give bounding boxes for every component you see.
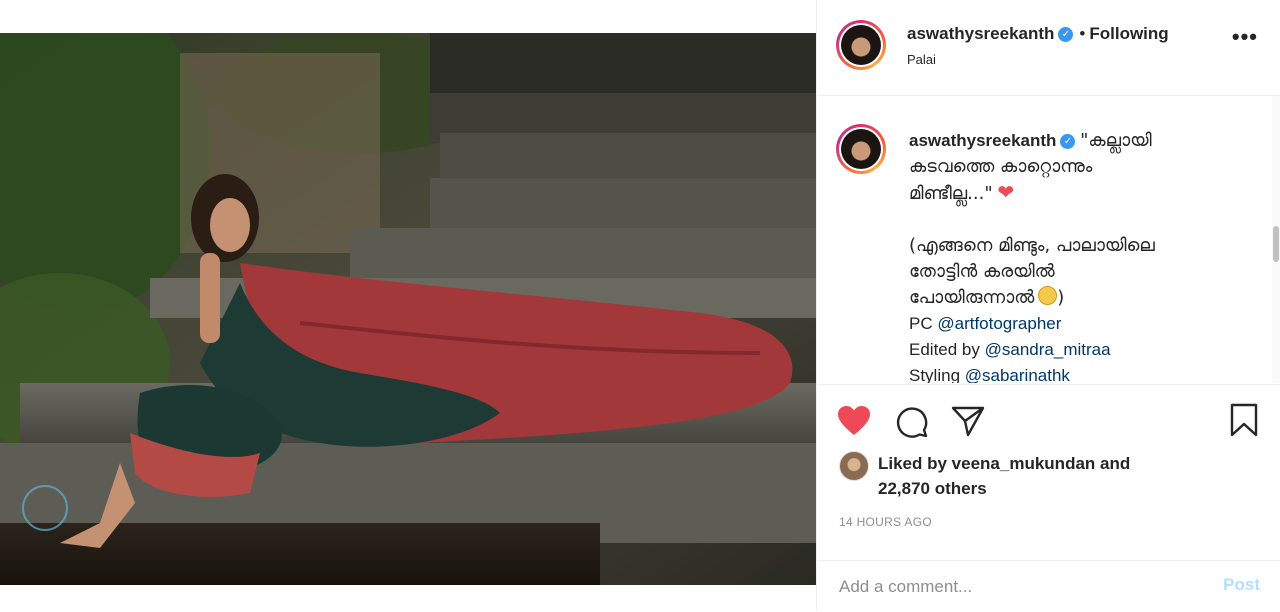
mention-link[interactable]: @artfotographer — [937, 314, 1061, 333]
caption-text: aswathysreekanth ✓ "കല്ലായി കടവത്തെ കാറ്റ… — [909, 128, 1239, 383]
post-actions: Liked by veena_mukundan and 22,870 other… — [817, 384, 1280, 611]
credit-pc: PC @artfotographer — [909, 314, 1062, 333]
heart-emoji-icon: ❤ — [997, 182, 1015, 204]
bottom-margin — [0, 585, 816, 610]
bookmark-icon[interactable] — [1229, 403, 1259, 437]
heart-icon[interactable] — [837, 405, 871, 437]
comment-icon[interactable] — [895, 405, 929, 439]
post-photo[interactable] — [0, 33, 816, 585]
likes-line-1[interactable]: Liked by veena_mukundan and — [878, 451, 1130, 476]
comment-composer: Post — [817, 560, 1280, 612]
separator-dot: • — [1079, 24, 1086, 43]
credit-edited: Edited by @sandra_mitraa — [909, 340, 1111, 359]
caption-area: aswathysreekanth ✓ "കല്ലായി കടവത്തെ കാറ്റ… — [817, 96, 1280, 383]
top-margin — [0, 0, 816, 33]
liker-avatar[interactable] — [839, 451, 869, 481]
comment-input[interactable] — [839, 575, 1179, 599]
verified-badge-icon: ✓ — [1060, 134, 1076, 150]
author-username[interactable]: aswathysreekanth — [907, 24, 1054, 43]
caption-line-4: (എങ്ങനെ മിണ്ടും, പാലായിലെ — [909, 235, 1155, 256]
mention-link[interactable]: @sabarinathk_ — [965, 366, 1080, 383]
author-avatar[interactable] — [836, 20, 886, 70]
following-button[interactable]: Following — [1089, 24, 1168, 43]
more-options-icon[interactable]: ••• — [1232, 26, 1258, 48]
post-side-panel: aswathysreekanth ✓ • Following Palai ••• as… — [817, 0, 1280, 610]
post-timestamp[interactable]: 14 HOURS AGO — [839, 515, 932, 529]
thinking-face-emoji-icon — [1038, 286, 1058, 305]
scrollbar-thumb[interactable] — [1273, 226, 1279, 262]
caption-line-3: മിണ്ടീല്ല..." — [909, 183, 993, 204]
likes-summary: Liked by veena_mukundan and 22,870 other… — [839, 451, 1130, 501]
post-comment-button[interactable]: Post — [1223, 575, 1260, 595]
mention-link[interactable]: @sandra_mitraa — [985, 340, 1111, 359]
caption-line-2: കടവത്തെ കാറ്റൊന്നും — [909, 156, 1093, 177]
caption-avatar[interactable] — [836, 124, 886, 174]
verified-badge-icon: ✓ — [1058, 27, 1074, 43]
caption-scrollbar[interactable] — [1272, 96, 1280, 383]
caption-username[interactable]: aswathysreekanth — [909, 131, 1056, 150]
caption-line-1: "കല്ലായി — [1080, 130, 1152, 151]
credit-styling: Styling @sabarinathk_ — [909, 366, 1080, 383]
photo-image — [0, 33, 816, 585]
caption-line-6: പോയിരുന്നാൽ — [909, 287, 1035, 308]
post-header: aswathysreekanth ✓ • Following Palai ••• — [817, 0, 1280, 96]
caption-line-5: തോട്ടിൻ കരയിൽ — [909, 261, 1055, 282]
header-user-line: aswathysreekanth ✓ • Following — [907, 24, 1169, 44]
paper-plane-icon[interactable] — [951, 405, 985, 437]
likes-count[interactable]: 22,870 others — [878, 476, 1130, 501]
post-location[interactable]: Palai — [907, 52, 936, 67]
